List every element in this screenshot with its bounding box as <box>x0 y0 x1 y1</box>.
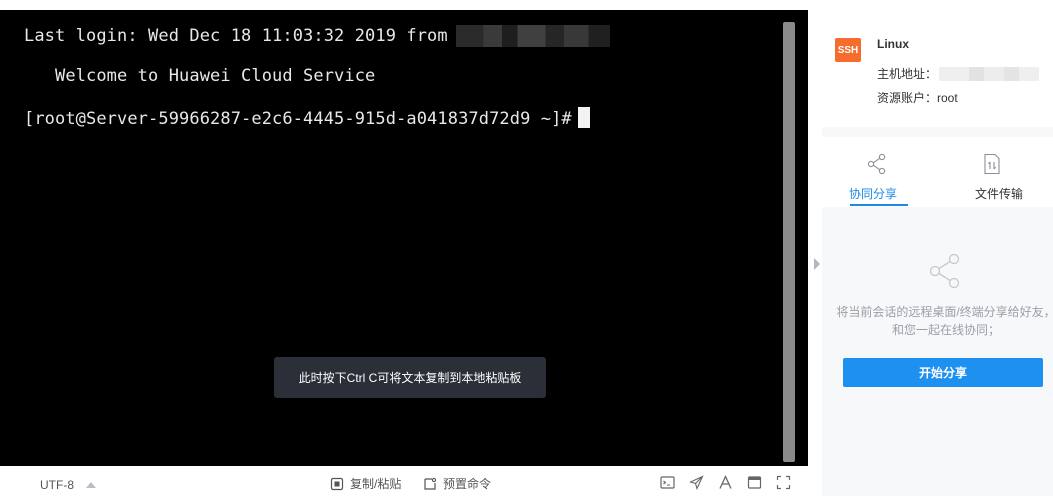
tab-collab-share[interactable]: 协同分享 <box>822 137 932 207</box>
encoding-selector[interactable]: UTF-8 <box>40 478 96 492</box>
preset-command-label: 预置命令 <box>443 477 492 491</box>
side-tabs: 协同分享 文件传输 <box>822 137 1053 207</box>
file-transfer-icon <box>984 153 1000 175</box>
active-tab-indicator <box>850 204 908 206</box>
redacted-address <box>939 66 1040 81</box>
font-icon[interactable] <box>718 475 733 490</box>
share-large-icon <box>929 253 960 289</box>
tab-collab-share-label: 协同分享 <box>848 187 897 201</box>
panel-collapse-arrow-icon[interactable] <box>814 258 820 270</box>
command-icon <box>424 477 437 490</box>
caret-up-icon <box>86 482 96 488</box>
terminal-cursor <box>577 107 590 128</box>
terminal-icon[interactable] <box>660 475 675 490</box>
send-icon[interactable] <box>689 475 704 490</box>
host-address: 主机地址： <box>877 65 1040 82</box>
copy-hint-toast: 此时按下Ctrl C可将文本复制到本地粘贴板 <box>274 357 546 398</box>
side-panel: SSH Linux 主机地址： 资源账户：root 协同分享 文件传输 将当前会… <box>822 10 1053 496</box>
clipboard-icon <box>330 477 344 490</box>
terminal-scrollbar[interactable] <box>783 22 795 462</box>
right-tool-group <box>660 475 791 490</box>
start-share-button[interactable]: 开始分享 <box>843 358 1043 387</box>
share-content: 将当前会话的远程桌面/终端分享给好友，和您一起在线协同； 开始分享 <box>822 207 1053 496</box>
host-info-card: SSH Linux 主机地址： 资源账户：root <box>822 10 1053 127</box>
prompt-text: [root@Server-59966287-e2c6-4445-915d-a04… <box>24 109 572 129</box>
login-text: Last login: Wed Dec 18 11:03:32 2019 fro… <box>24 26 448 46</box>
share-description: 将当前会话的远程桌面/终端分享给好友，和您一起在线协同； <box>836 305 1053 337</box>
fullscreen-icon[interactable] <box>776 475 791 490</box>
toast-text: 此时按下Ctrl C可将文本复制到本地粘贴板 <box>298 371 522 385</box>
window-icon[interactable] <box>747 475 762 490</box>
bottom-toolbar: UTF-8 复制/粘贴 预置命令 <box>0 466 808 496</box>
tab-file-transfer-label: 文件传输 <box>974 187 1023 201</box>
host-address-label: 主机地址： <box>877 67 938 81</box>
encoding-label: UTF-8 <box>40 478 74 492</box>
os-name: Linux <box>877 37 909 51</box>
ssh-badge: SSH <box>835 38 861 62</box>
redacted-ip <box>455 25 610 47</box>
terminal-screen[interactable]: Last login: Wed Dec 18 11:03:32 2019 fro… <box>0 10 808 466</box>
copy-paste-button[interactable]: 复制/粘贴 <box>330 475 401 492</box>
preset-command-button[interactable]: 预置命令 <box>423 475 491 492</box>
terminal-prompt-line[interactable]: [root@Server-59966287-e2c6-4445-915d-a04… <box>24 107 590 129</box>
terminal-welcome-line: Welcome to Huawei Cloud Service <box>24 66 376 86</box>
copy-paste-label: 复制/粘贴 <box>350 477 402 491</box>
tab-file-transfer[interactable]: 文件传输 <box>937 137 1047 207</box>
share-icon <box>867 153 886 175</box>
resource-account: 资源账户：root <box>877 91 958 105</box>
terminal-login-line: Last login: Wed Dec 18 11:03:32 2019 fro… <box>24 25 610 47</box>
